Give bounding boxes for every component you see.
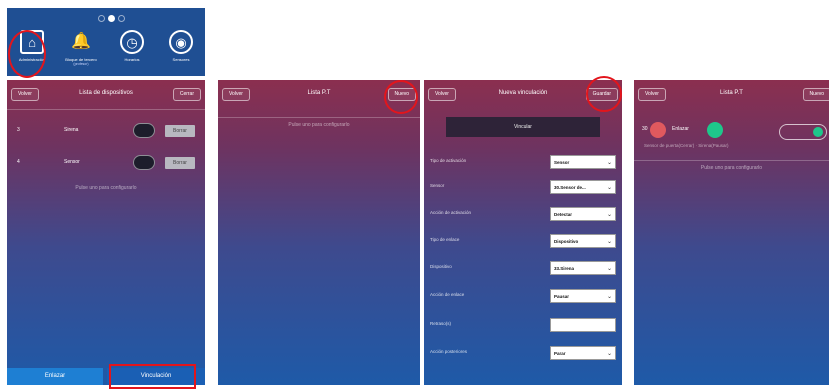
link-label: Enlazar [672, 126, 689, 132]
back-button[interactable]: Volver [222, 88, 250, 101]
delete-button[interactable]: Borrar [165, 157, 195, 169]
highlight-circle [8, 30, 46, 78]
nav-item-sensores[interactable]: ◉ Sensores [159, 30, 203, 62]
vincular-button[interactable]: Vincular [446, 117, 600, 137]
list-item[interactable]: 3 Sirena Borrar [7, 120, 205, 142]
back-button[interactable]: Volver [638, 88, 666, 101]
link-number: 30 [642, 126, 648, 132]
screen-new-link: Nueva vinculación Volver Guardar Vincula… [424, 80, 622, 385]
link-action-select[interactable]: Pausar ⌄ [550, 289, 616, 303]
field-label: Tipo de enlace [430, 237, 460, 242]
screen-pt-list: Lista P.T Volver Nuevo 30 Enlazar Sensor… [634, 80, 829, 385]
nav-label: Sensores [172, 57, 190, 62]
enable-toggle[interactable] [779, 124, 827, 140]
list-item[interactable]: 30 Enlazar Sensor de puerta(Cerrar) · Si… [634, 118, 829, 158]
divider [634, 160, 829, 161]
back-button[interactable]: Volver [11, 88, 39, 101]
field-label: Tipo de activación [430, 158, 467, 163]
page-dot-active[interactable] [108, 15, 115, 22]
list-item[interactable]: 4 Sensor Borrar [7, 152, 205, 174]
highlight-rect [109, 364, 196, 389]
form-row: Tipo de activación Sensor ⌄ [424, 151, 622, 173]
form-row: Acción de enlace Pausar ⌄ [424, 285, 622, 307]
hint-text: Pulse uno para configurarlo [75, 185, 137, 191]
device-toggle[interactable] [133, 123, 155, 138]
sensor-select[interactable]: 30.Sensor de... ⌄ [550, 180, 616, 194]
target-indicator-icon [707, 122, 723, 138]
chevron-down-icon: ⌄ [606, 160, 612, 166]
hint-text: Pulse uno para configurarlo [288, 122, 350, 128]
highlight-circle [384, 80, 418, 114]
chevron-down-icon: ⌄ [606, 212, 612, 218]
new-button[interactable]: Nuevo [802, 88, 829, 101]
form-row: Acción de activación Detectar ⌄ [424, 203, 622, 225]
close-button[interactable]: Cerrar [172, 88, 201, 101]
form-row: Retraso(s) [424, 314, 622, 336]
screen-pt-list-empty: Lista P.T Volver Nuevo Pulse uno para co… [218, 80, 420, 385]
form-row: Sensor 30.Sensor de... ⌄ [424, 176, 622, 198]
chevron-down-icon: ⌄ [606, 185, 612, 191]
activation-action-select[interactable]: Detectar ⌄ [550, 207, 616, 221]
field-label: Acción posteriores [430, 349, 468, 354]
device-select[interactable]: 33.Sirena ⌄ [550, 261, 616, 275]
nav-item-horarios[interactable]: ◷ Horarios [110, 30, 154, 62]
toggle-knob [813, 127, 823, 137]
delay-input[interactable] [550, 318, 616, 332]
hint-text: Pulse uno para configurarlo [700, 165, 763, 171]
form-row: Acción posteriores Parar ⌄ [424, 342, 622, 364]
post-action-select[interactable]: Parar ⌄ [550, 346, 616, 360]
sensor-icon: ◉ [169, 30, 193, 54]
divider [7, 109, 205, 110]
chevron-down-icon: ⌄ [606, 351, 612, 357]
link-type-select[interactable]: Dispositivo ⌄ [550, 234, 616, 248]
field-label: Retraso(s) [430, 321, 452, 326]
divider [218, 117, 420, 118]
device-number: 4 [17, 159, 20, 165]
nav-label: Horarios [124, 57, 140, 62]
nav-sublabel: (profesor) [73, 62, 89, 66]
nav-item-bloque[interactable]: 🔔 Bloque de tercero (profesor) [59, 30, 103, 67]
form-row: Dispositivo 33.Sirena ⌄ [424, 257, 622, 279]
bell-icon: 🔔 [71, 33, 91, 50]
device-name: Sensor [64, 159, 80, 165]
link-description: Sensor de puerta(Cerrar) · Sirena(Pausar… [644, 143, 729, 148]
clock-icon: ◷ [120, 30, 144, 54]
device-toggle[interactable] [133, 155, 155, 170]
device-number: 3 [17, 127, 20, 133]
field-label: Acción de enlace [430, 292, 465, 297]
delete-button[interactable]: Borrar [165, 125, 195, 137]
activation-type-select[interactable]: Sensor ⌄ [550, 155, 616, 169]
source-indicator-icon [650, 122, 666, 138]
device-name: Sirena [64, 127, 79, 133]
field-label: Dispositivo [430, 264, 452, 269]
form-row: Tipo de enlace Dispositivo ⌄ [424, 230, 622, 252]
page-dot[interactable] [98, 15, 105, 22]
screen-device-list: Lista de dispositivos Volver Cerrar 3 Si… [7, 80, 205, 385]
chevron-down-icon: ⌄ [606, 239, 612, 245]
field-label: Acción de activación [430, 210, 472, 215]
highlight-circle [586, 76, 622, 112]
tab-enlazar[interactable]: Enlazar [7, 368, 103, 385]
chevron-down-icon: ⌄ [606, 266, 612, 272]
back-button[interactable]: Volver [428, 88, 456, 101]
page-dot[interactable] [118, 15, 125, 22]
chevron-down-icon: ⌄ [606, 294, 612, 300]
field-label: Sensor [430, 183, 445, 188]
